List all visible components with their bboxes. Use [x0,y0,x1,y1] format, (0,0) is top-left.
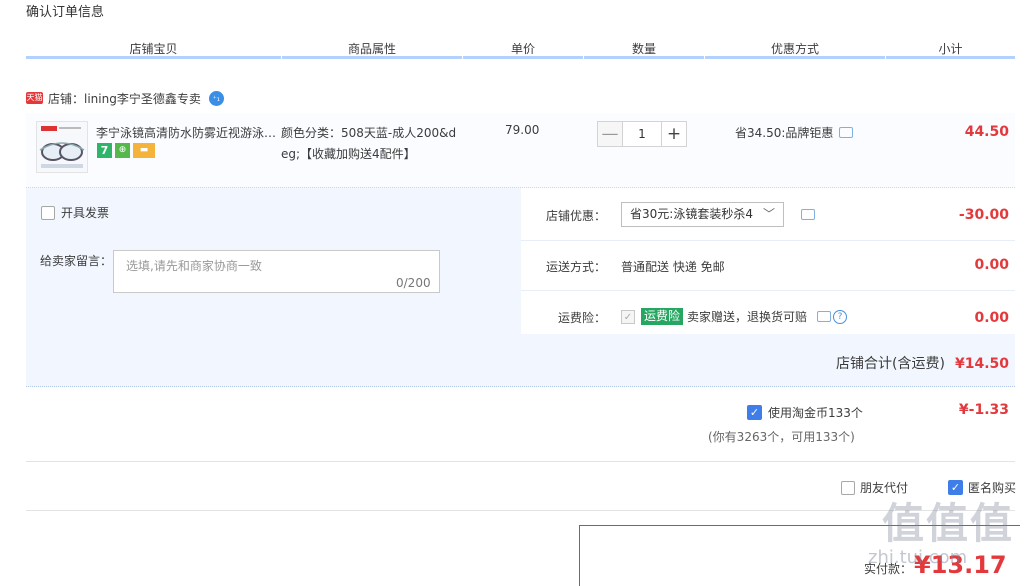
col-header-qty: 数量 [631,42,656,56]
shop-total-label: 店铺合计(含运费) [836,356,945,372]
credit-card-icon[interactable]: ▬ [133,143,155,158]
shop-discount-label: 店铺优惠： [546,209,607,223]
insurance-badge: 运费险 [641,308,684,325]
shipping-label: 运送方式： [546,260,607,274]
quantity-stepper: — 1 + [597,121,687,147]
product-attributes: 颜色分类：508天蓝-成人200&d eg;【收藏加购送4配件】 [281,123,461,165]
shop-row: 天猫 店铺：lining李宁圣德鑫专卖 ⁺₁ [26,89,224,107]
coins-amount: ¥-1.33 [958,402,1009,418]
qty-minus-button[interactable]: — [597,121,623,147]
promo-info: 省34.50:品牌钜惠 [735,124,854,141]
message-icon[interactable] [839,127,854,138]
divider [521,240,1015,241]
promo-text: 省34.50:品牌钜惠 [735,126,834,140]
invoice-label: 开具发票 [61,206,110,220]
guarantee-icon[interactable]: ⊕ [115,143,130,158]
insurance-label: 运费险： [558,311,607,325]
item-subtotal: 44.50 [964,124,1009,140]
page-title: 确认订单信息 [26,5,105,20]
header-underline [584,56,704,59]
col-header-promo: 优惠方式 [770,42,819,56]
col-header-attrs: 商品属性 [347,42,396,56]
header-underline [463,56,583,59]
service-badges: 7 ⊕ ▬ [97,143,155,158]
qty-input[interactable]: 1 [623,121,661,147]
attr-line: 颜色分类：508天蓝-成人200&d [281,126,457,140]
shipping-method: 普通配送 快递 免邮 [621,260,725,274]
header-underline [886,56,1015,59]
message-char-counter: 0/200 [396,276,431,290]
taobao-coins-section [26,388,1015,462]
shop-discount-select[interactable]: 省30元:泳镜套装秒杀4 ﹀ [621,202,784,227]
shop-discount-amount: -30.00 [958,207,1009,223]
wangwang-chat-icon[interactable]: ⁺₁ [208,90,224,106]
insurance-checkbox: ✓ [621,309,635,324]
watermark-logo: 值值值 [882,499,1015,548]
help-icon[interactable]: ? [833,309,848,324]
qty-plus-button[interactable]: + [661,121,687,147]
shop-total: 店铺合计(含运费) ¥14.50 [836,353,1009,373]
col-header-shop-item: 店铺宝贝 [129,42,178,56]
coins-checkbox[interactable]: ✓ [747,405,762,420]
divider [521,290,1015,291]
header-underline [282,56,462,59]
product-title-link[interactable]: 李宁泳镜高清防水防雾近视游泳… [96,124,276,141]
shop-total-amount: ¥14.50 [954,356,1009,372]
message-icon[interactable] [801,209,815,220]
invoice-option[interactable]: 开具发票 [41,204,109,221]
message-placeholder: 选填,请先和商家协商一致 [126,259,262,273]
insurance-option: ✓ 运费险 卖家赠送，退换货可赔 ? [621,308,848,325]
coins-available: (你有3263个，可用133个) [708,430,855,444]
friend-pay-checkbox[interactable] [841,480,855,495]
message-label: 给卖家留言： [40,254,113,268]
attr-line: eg;【收藏加购送4配件】 [281,147,416,161]
col-header-subtotal: 小计 [938,42,963,56]
insurance-text: 卖家赠送，退换货可赔 [687,310,808,324]
tmall-icon: 天猫 [26,92,43,104]
shipping-amount: 0.00 [974,257,1009,273]
insurance-amount: 0.00 [974,310,1009,326]
coins-label: 使用淘金币133个 [768,406,863,420]
chevron-down-icon: ﹀ [762,207,775,221]
coins-option[interactable]: ✓ 使用淘金币133个 [747,404,863,421]
header-underline [26,56,281,59]
col-header-price: 单价 [510,42,535,56]
seven-day-return-icon[interactable]: 7 [97,143,112,158]
shop-name-link[interactable]: 店铺：lining李宁圣德鑫专卖 [48,90,201,107]
invoice-checkbox[interactable] [41,205,55,220]
message-icon[interactable] [817,311,832,322]
shop-discount-selected: 省30元:泳镜套装秒杀4 [630,207,753,221]
header-underline [705,56,885,59]
watermark-url: zhi.tui.com [868,547,968,568]
product-thumbnail[interactable] [36,121,88,173]
unit-price: 79.00 [505,123,540,137]
